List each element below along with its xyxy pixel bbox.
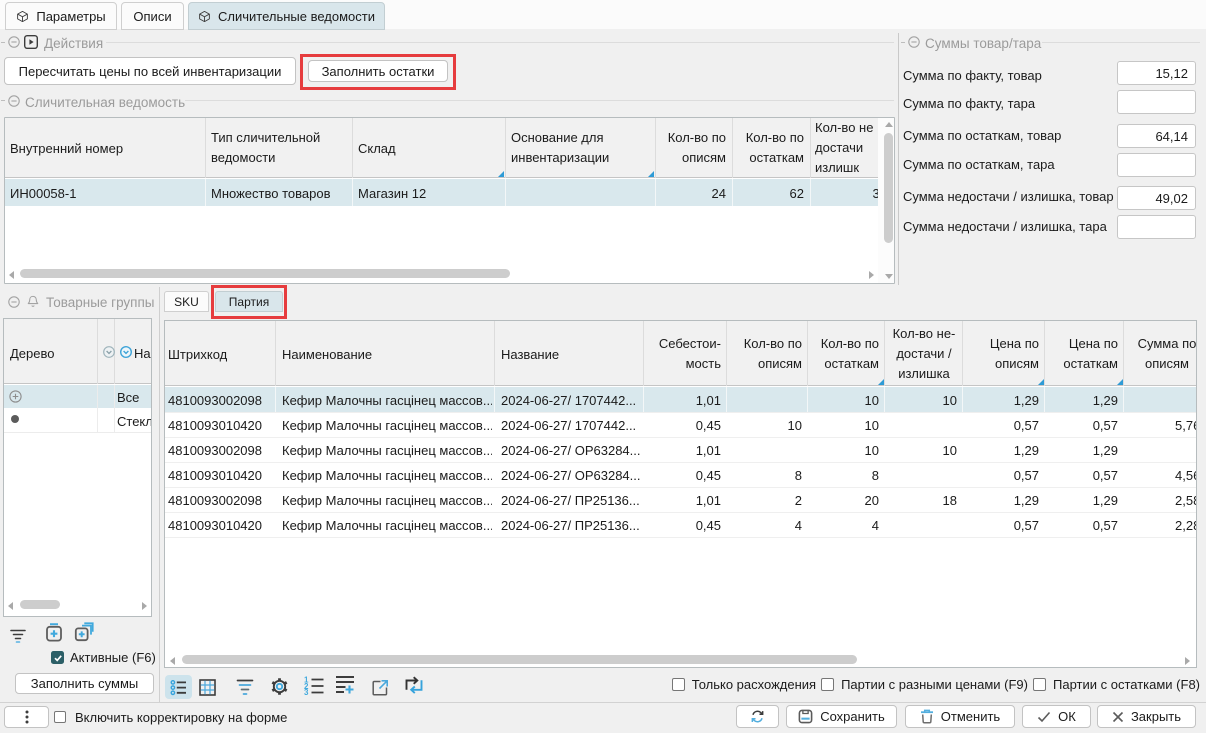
- svg-text:3: 3: [304, 688, 309, 695]
